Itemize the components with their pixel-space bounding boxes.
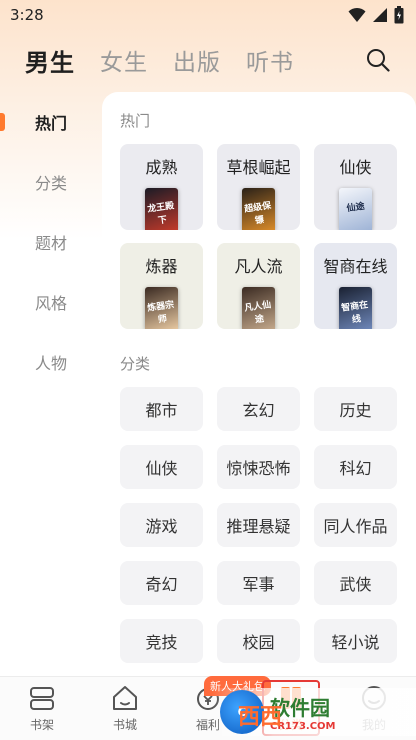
left-nav-label: 人物 <box>34 354 67 373</box>
hot-card-refining[interactable]: 炼器 炼器宗师 <box>120 243 203 329</box>
book-cover: 凡人仙途 <box>242 287 275 329</box>
category-chip[interactable]: 校园 <box>217 619 300 663</box>
hot-card-label: 凡人流 <box>234 257 283 276</box>
book-cover: 仙途 <box>339 188 372 230</box>
content-panel: 热门 成熟 龙王殿下 草根崛起 超级保镖 仙侠 仙途 炼器 炼器宗师 凡人流 凡… <box>102 92 416 678</box>
book-cover-title: 超级保镖 <box>243 201 272 227</box>
category-chip[interactable]: 惊悚恐怖 <box>217 445 300 489</box>
tab-audiobook[interactable]: 听书 <box>246 43 294 77</box>
status-icons <box>348 6 404 24</box>
hot-card-mature[interactable]: 成熟 龙王殿下 <box>120 144 203 230</box>
wifi-icon <box>348 7 366 22</box>
left-nav-label: 热门 <box>34 114 67 133</box>
left-nav-item-character[interactable]: 人物 <box>0 342 102 382</box>
hot-card-xianxia[interactable]: 仙侠 仙途 <box>314 144 397 230</box>
signal-icon <box>373 8 387 22</box>
status-bar: 3:28 <box>0 0 416 30</box>
book-cover: 龙王殿下 <box>145 188 178 230</box>
left-nav-item-theme[interactable]: 题材 <box>0 222 102 262</box>
category-chip[interactable]: 武侠 <box>314 561 397 605</box>
home-icon <box>113 686 137 710</box>
bottom-nav-bookstore[interactable]: 书城 <box>95 683 155 739</box>
bottom-nav-bookshelf[interactable]: 书架 <box>12 683 72 739</box>
battery-icon <box>394 6 404 24</box>
book-cover: 炼器宗师 <box>145 287 178 329</box>
category-chip[interactable]: 竞技 <box>120 619 203 663</box>
left-nav-label: 分类 <box>34 174 67 193</box>
category-chip[interactable]: 军事 <box>217 561 300 605</box>
book-cover: 超级保镖 <box>242 188 275 230</box>
category-chip[interactable]: 仙侠 <box>120 445 203 489</box>
book-cover-title: 龙王殿下 <box>146 201 175 227</box>
hot-section-title: 热门 <box>120 112 151 130</box>
category-chip[interactable]: 推理悬疑 <box>217 503 300 547</box>
left-nav-label: 题材 <box>34 234 67 253</box>
hot-card-label: 草根崛起 <box>226 158 291 177</box>
book-cover-title: 仙途 <box>346 201 366 215</box>
bookshelf-icon <box>30 687 54 710</box>
left-nav-item-style[interactable]: 风格 <box>0 282 102 322</box>
hot-card-smart[interactable]: 智商在线 智商在线 <box>314 243 397 329</box>
search-button[interactable] <box>364 46 392 74</box>
book-cover-title: 炼器宗师 <box>146 300 175 326</box>
active-indicator <box>0 113 5 131</box>
left-nav-item-hot[interactable]: 热门 <box>0 102 102 142</box>
bottom-nav-label: 书城 <box>112 718 137 732</box>
header-tabs: 男生 女生 出版 听书 <box>0 38 416 82</box>
tab-publish[interactable]: 出版 <box>173 43 221 77</box>
category-section-title: 分类 <box>120 355 151 373</box>
tab-male[interactable]: 男生 <box>25 43 75 78</box>
category-chip[interactable]: 科幻 <box>314 445 397 489</box>
category-chip[interactable]: 都市 <box>120 387 203 431</box>
category-chip[interactable]: 同人作品 <box>314 503 397 547</box>
category-chip[interactable]: 奇幻 <box>120 561 203 605</box>
category-chip[interactable]: 玄幻 <box>217 387 300 431</box>
book-cover-title: 凡人仙途 <box>243 300 272 326</box>
hot-card-grassroots[interactable]: 草根崛起 超级保镖 <box>217 144 300 230</box>
category-chip[interactable]: 游戏 <box>120 503 203 547</box>
book-cover-title: 智商在线 <box>340 300 369 326</box>
category-chip[interactable]: 轻小说 <box>314 619 397 663</box>
search-icon <box>367 49 390 72</box>
hot-card-mortal[interactable]: 凡人流 凡人仙途 <box>217 243 300 329</box>
hot-card-label: 仙侠 <box>339 158 372 177</box>
left-nav-label: 风格 <box>34 294 67 313</box>
hot-card-label: 炼器 <box>145 257 178 276</box>
category-chip[interactable]: 历史 <box>314 387 397 431</box>
book-cover: 智商在线 <box>339 287 372 329</box>
status-time: 3:28 <box>10 6 44 24</box>
left-nav-item-category[interactable]: 分类 <box>0 162 102 202</box>
tab-female[interactable]: 女生 <box>100 43 148 77</box>
hot-card-label: 智商在线 <box>323 257 388 276</box>
hot-card-label: 成熟 <box>145 158 178 177</box>
left-nav: 热门 分类 题材 风格 人物 <box>0 96 102 676</box>
watermark-inner-text: 西西 <box>237 705 282 730</box>
bottom-nav-label: 书架 <box>29 718 54 732</box>
